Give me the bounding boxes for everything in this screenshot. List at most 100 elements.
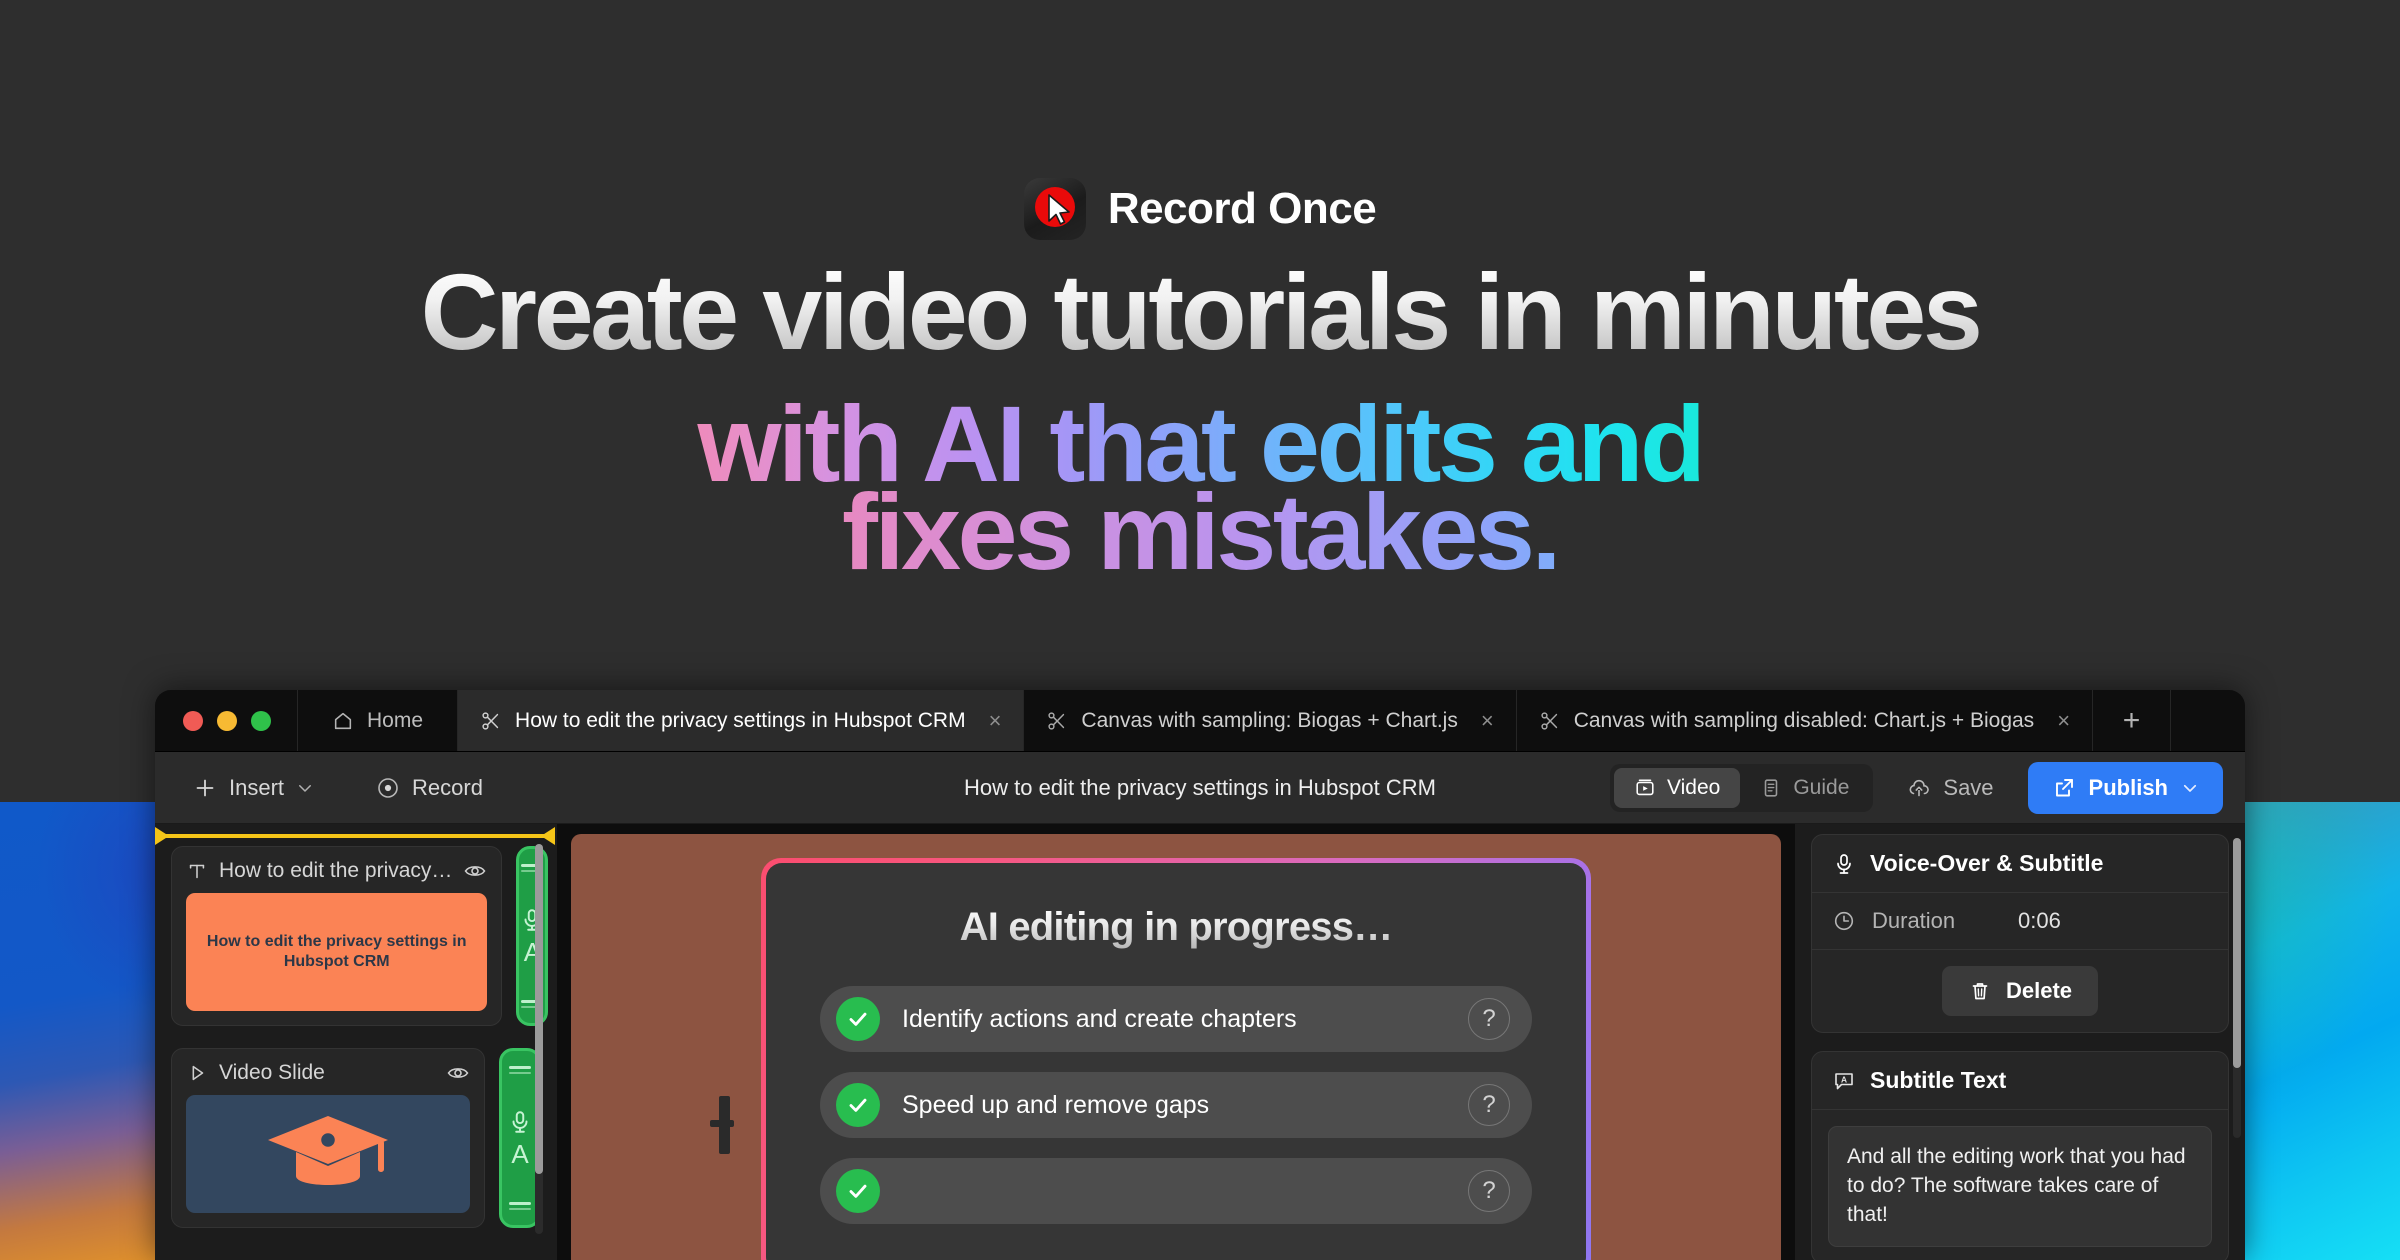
voice-over-card: Voice-Over & Subtitle Duration 0:06 Dele… — [1811, 834, 2229, 1033]
slide-card-video[interactable]: Video Slide — [171, 1048, 485, 1228]
checklist-item[interactable]: Identify actions and create chapters ? — [820, 986, 1532, 1052]
wallpaper-left — [0, 802, 172, 1260]
tab-label: How to edit the privacy settings in Hubs… — [515, 708, 966, 732]
subtitle-card: A Subtitle Text And all the editing work… — [1811, 1051, 2229, 1260]
guide-mode-label: Guide — [1793, 775, 1850, 799]
delete-label: Delete — [2005, 978, 2073, 1003]
microphone-icon — [1837, 853, 1851, 874]
checklist-item-label: Identify actions and create chapters — [902, 1004, 1297, 1033]
playhead-marker[interactable] — [155, 827, 555, 845]
save-button[interactable]: Save — [1891, 766, 2009, 810]
slide-thumbnail: How to edit the privacy settings in Hubs… — [186, 893, 488, 1011]
canvas-resize-handle[interactable] — [710, 1096, 734, 1154]
check-icon — [836, 1083, 880, 1127]
checklist-item[interactable]: Speed up and remove gaps ? — [820, 1072, 1532, 1138]
slide-canvas[interactable]: AI editing in progress… Identify actions… — [571, 834, 1781, 1260]
editor-body: How to edit the privacy… How to edit the… — [155, 824, 2245, 1260]
tab-close-icon[interactable]: × — [1481, 708, 1494, 734]
slide-header: Video Slide — [186, 1061, 470, 1085]
slides-rail: How to edit the privacy… How to edit the… — [155, 824, 557, 1260]
tab-privacy-settings[interactable]: How to edit the privacy settings in Hubs… — [457, 690, 1024, 751]
voice-over-card-title: Voice-Over & Subtitle — [1870, 850, 2104, 876]
tab-label: Canvas with sampling disabled: Chart.js … — [1573, 708, 2035, 732]
question-icon[interactable]: ? — [1468, 1170, 1510, 1212]
ai-editing-checklist: Identify actions and create chapters ? S… — [820, 986, 1532, 1224]
delete-button[interactable]: Delete — [1941, 966, 2099, 1016]
duration-value: 0:06 — [2018, 908, 2061, 933]
tab-video-mode[interactable]: Video — [1614, 767, 1741, 808]
scissors-icon — [1541, 711, 1557, 730]
slide-thumbnail-text: How to edit the privacy settings in Hubs… — [206, 932, 467, 970]
slides-scrollbar[interactable] — [535, 844, 543, 1234]
wallpaper-right — [2228, 802, 2400, 1260]
record-button[interactable]: Record — [360, 766, 499, 810]
canvas-area: AI editing in progress… Identify actions… — [557, 824, 1795, 1260]
play-icon — [192, 1065, 204, 1081]
clock-icon — [1834, 911, 1854, 931]
toolbar-right-group: Video Guide Save Publish — [1610, 761, 2223, 814]
video-icon — [1636, 779, 1654, 795]
ai-editing-modal: AI editing in progress… Identify actions… — [761, 858, 1591, 1260]
duration-row: Duration 0:06 — [1812, 893, 2228, 950]
drag-handle-bottom-icon[interactable] — [509, 1199, 531, 1213]
cloud-upload-icon — [1909, 779, 1930, 796]
eye-icon[interactable] — [463, 859, 487, 883]
slide-row: Video Slide A — [155, 1048, 557, 1228]
audio-track-1[interactable]: A — [516, 846, 549, 1026]
logo-cursor-arrow — [1048, 194, 1070, 225]
question-icon[interactable]: ? — [1468, 1084, 1510, 1126]
ai-editing-modal-inner: AI editing in progress… Identify actions… — [766, 863, 1586, 1260]
properties-scrollbar-thumb[interactable] — [2233, 838, 2241, 1068]
headline-line-1: Create video tutorials in minutes — [0, 258, 2400, 366]
tab-close-icon[interactable]: × — [989, 708, 1002, 734]
insert-button[interactable]: Insert — [177, 766, 330, 810]
record-dot-icon — [378, 777, 398, 798]
slide-thumbnail — [186, 1095, 470, 1213]
hero-section: Record Once Create video tutorials in mi… — [0, 0, 2400, 690]
audio-track-letter: A — [511, 1139, 529, 1169]
record-cursor-logo-icon — [1023, 178, 1086, 240]
app-window: Home How to edit the privacy settings in… — [155, 690, 2245, 1260]
minimize-window-button[interactable] — [217, 710, 237, 731]
checklist-item[interactable]: ? — [820, 1158, 1532, 1224]
properties-scrollbar[interactable] — [2233, 838, 2241, 1138]
drag-handle-top-icon[interactable] — [509, 1063, 531, 1077]
duration-label: Duration — [1872, 908, 1956, 933]
question-icon[interactable]: ? — [1468, 998, 1510, 1040]
slides-scrollbar-thumb[interactable] — [535, 844, 543, 1174]
chevron-down-icon — [299, 784, 312, 792]
audio-track-center: A — [507, 1109, 533, 1167]
window-traffic-lights — [155, 690, 297, 751]
tab-home-label: Home — [367, 708, 424, 732]
close-window-button[interactable] — [183, 710, 203, 731]
slide-header: How to edit the privacy… — [186, 859, 487, 883]
plus-icon — [196, 779, 214, 796]
microphone-icon — [512, 1111, 528, 1133]
zoom-window-button[interactable] — [251, 710, 271, 731]
tab-close-icon[interactable]: × — [2057, 708, 2070, 734]
check-icon — [836, 1169, 880, 1213]
brand-name: Record Once — [1107, 184, 1377, 233]
tab-home[interactable]: Home — [297, 690, 457, 751]
eye-icon[interactable] — [446, 1061, 470, 1085]
tab-bar-filler — [2170, 690, 2245, 751]
tab-label: Canvas with sampling: Biogas + Chart.js — [1081, 708, 1458, 732]
voice-over-card-footer: Delete — [1812, 950, 2228, 1032]
svg-text:A: A — [1841, 1074, 1847, 1084]
check-icon — [836, 997, 880, 1041]
tab-canvas-sampling[interactable]: Canvas with sampling: Biogas + Chart.js … — [1023, 690, 1515, 751]
publish-button[interactable]: Publish — [2027, 761, 2223, 814]
headline-line-3: fixes mistakes. — [0, 478, 2400, 586]
video-mode-label: Video — [1667, 775, 1721, 799]
slide-card-title[interactable]: How to edit the privacy… How to edit the… — [171, 846, 503, 1026]
insert-label: Insert — [229, 774, 285, 800]
brand-row: Record Once — [0, 178, 2400, 240]
view-mode-toggle: Video Guide — [1610, 763, 1874, 812]
new-tab-button[interactable]: + — [2092, 690, 2170, 751]
tab-canvas-sampling-disabled[interactable]: Canvas with sampling disabled: Chart.js … — [1515, 690, 2092, 751]
tab-guide-mode[interactable]: Guide — [1740, 768, 1869, 808]
subtitle-card-header: A Subtitle Text — [1812, 1052, 2228, 1110]
slide-title: How to edit the privacy… — [219, 859, 453, 882]
voice-over-card-header: Voice-Over & Subtitle — [1812, 835, 2228, 893]
subtitle-text-input[interactable]: And all the editing work that you had to… — [1828, 1126, 2212, 1247]
